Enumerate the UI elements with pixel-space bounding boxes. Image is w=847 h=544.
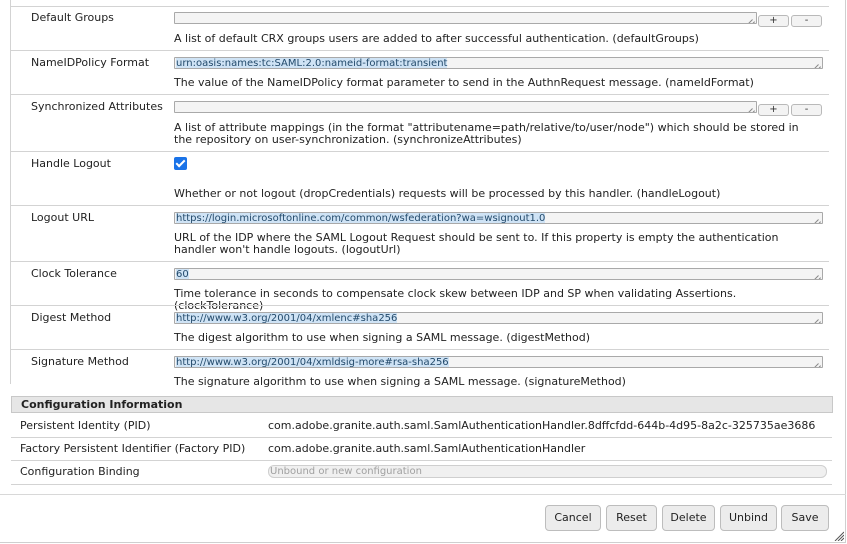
label-configuration-binding: Configuration Binding xyxy=(20,465,140,478)
row-divider xyxy=(10,205,829,206)
clock-tolerance-input[interactable]: 60 xyxy=(174,268,823,280)
label-handle-logout: Handle Logout xyxy=(31,157,111,170)
row-divider xyxy=(10,261,829,262)
label-digest-method: Digest Method xyxy=(31,311,112,324)
table-left-border xyxy=(10,0,11,384)
label-nameidpolicy-format: NameIDPolicy Format xyxy=(31,56,150,69)
label-default-groups: Default Groups xyxy=(31,11,114,24)
resize-handle-icon[interactable] xyxy=(747,14,755,22)
save-button[interactable]: Save xyxy=(781,505,829,531)
row-divider xyxy=(10,94,829,95)
description-digest-method: The digest algorithm to use when signing… xyxy=(174,331,590,344)
handle-logout-checkbox[interactable] xyxy=(174,157,187,170)
description-signature-method: The signature algorithm to use when sign… xyxy=(174,375,626,388)
description-nameidpolicy-format: The value of the NameIDPolicy format par… xyxy=(174,76,754,89)
resize-handle-icon[interactable] xyxy=(813,358,821,366)
row-divider xyxy=(11,484,832,485)
cancel-button[interactable]: Cancel xyxy=(545,505,601,531)
remove-default-group-button[interactable]: - xyxy=(791,15,822,27)
value-persistent-identity: com.adobe.granite.auth.saml.SamlAuthenti… xyxy=(268,419,816,432)
resize-handle-icon[interactable] xyxy=(813,214,821,222)
description-handle-logout: Whether or not logout (dropCredentials) … xyxy=(174,187,721,200)
dialog-resize-icon[interactable] xyxy=(834,531,844,541)
nameidpolicy-format-input[interactable]: urn:oasis:names:tc:SAML:2.0:nameid-forma… xyxy=(174,57,823,69)
row-divider xyxy=(11,437,832,438)
label-logout-url: Logout URL xyxy=(31,211,94,224)
add-synchronized-attribute-button[interactable]: + xyxy=(758,104,789,116)
resize-handle-icon[interactable] xyxy=(813,270,821,278)
delete-button[interactable]: Delete xyxy=(662,505,715,531)
description-clock-tolerance: Time tolerance in seconds to compensate … xyxy=(174,287,737,312)
configuration-information-header: Configuration Information xyxy=(11,396,833,413)
signature-method-input[interactable]: http://www.w3.org/2001/04/xmldsig-more#r… xyxy=(174,356,823,368)
digest-method-input[interactable]: http://www.w3.org/2001/04/xmlenc#sha256 xyxy=(174,312,823,324)
configuration-binding-field: Unbound or new configuration xyxy=(268,465,827,478)
row-divider xyxy=(10,6,829,7)
resize-handle-icon[interactable] xyxy=(813,59,821,67)
logout-url-input[interactable]: https://login.microsoftonline.com/common… xyxy=(174,212,823,224)
label-synchronized-attributes: Synchronized Attributes xyxy=(31,100,163,113)
synchronized-attributes-input[interactable] xyxy=(174,101,757,113)
value-factory-pid: com.adobe.granite.auth.saml.SamlAuthenti… xyxy=(268,442,586,455)
resize-handle-icon[interactable] xyxy=(747,103,755,111)
resize-handle-icon[interactable] xyxy=(813,314,821,322)
button-bar-divider xyxy=(0,494,846,495)
row-divider xyxy=(10,50,829,51)
description-logout-url: URL of the IDP where the SAML Logout Req… xyxy=(174,231,779,256)
default-groups-input[interactable] xyxy=(174,12,757,24)
description-default-groups: A list of default CRX groups users are a… xyxy=(174,32,699,45)
row-divider xyxy=(10,305,829,306)
remove-synchronized-attribute-button[interactable]: - xyxy=(791,104,822,116)
label-clock-tolerance: Clock Tolerance xyxy=(31,267,117,280)
reset-button[interactable]: Reset xyxy=(606,505,657,531)
label-factory-pid: Factory Persistent Identifier (Factory P… xyxy=(20,442,246,455)
unbind-button[interactable]: Unbind xyxy=(720,505,777,531)
row-divider xyxy=(11,460,832,461)
row-divider xyxy=(10,349,829,350)
description-synchronized-attributes: A list of attribute mappings (in the for… xyxy=(174,121,799,146)
row-divider xyxy=(10,151,829,152)
add-default-group-button[interactable]: + xyxy=(758,15,789,27)
label-persistent-identity: Persistent Identity (PID) xyxy=(20,419,151,432)
label-signature-method: Signature Method xyxy=(31,355,129,368)
